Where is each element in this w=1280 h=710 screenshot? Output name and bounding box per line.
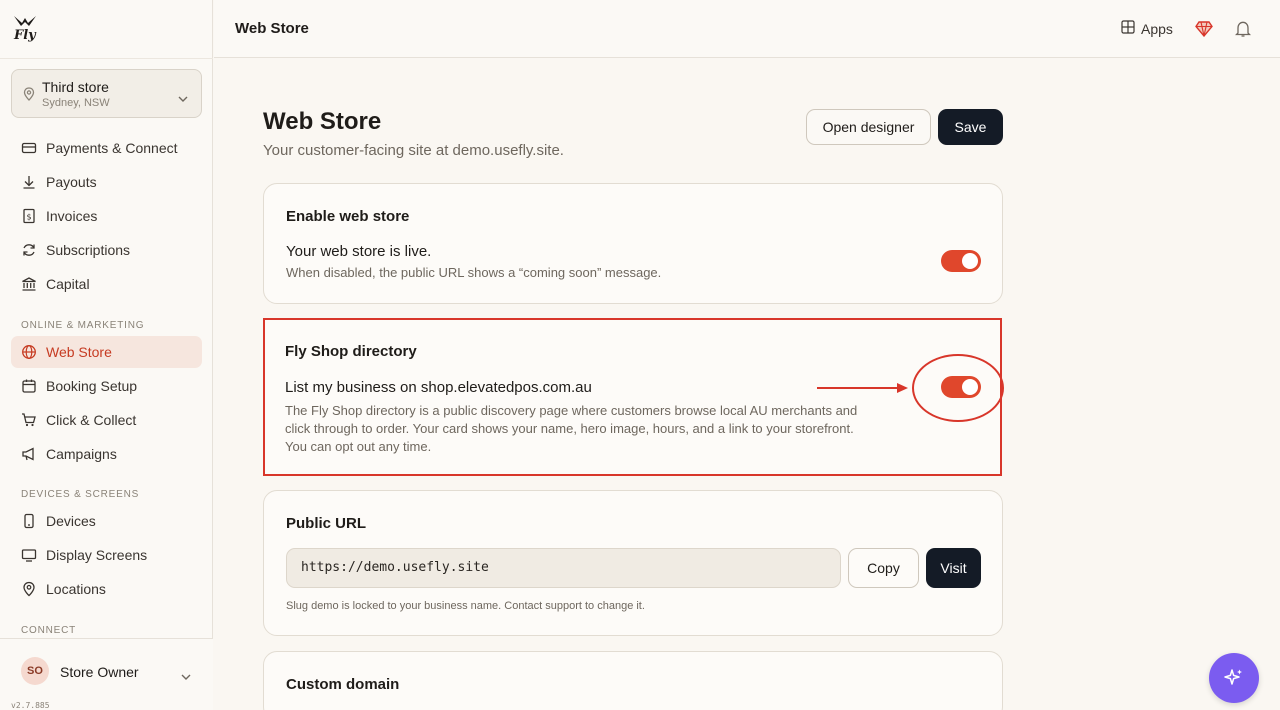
annotation-circle (912, 354, 1004, 422)
setting-title: Your web store is live. (286, 243, 432, 260)
slug-note: Slug demo is locked to your business nam… (286, 600, 645, 612)
logo-text: Fly (14, 28, 36, 43)
sidebar-item-campaigns[interactable]: Campaigns (11, 438, 202, 470)
sidebar-item-label: Invoices (46, 208, 98, 224)
setting-description-line: The Fly Shop directory is a public disco… (285, 403, 858, 418)
sidebar-item-devices[interactable]: Devices (11, 505, 202, 537)
setting-description-line: You can opt out any time. (285, 439, 432, 454)
grid-icon (1121, 20, 1135, 37)
setting-description: When disabled, the public URL shows a “c… (286, 265, 662, 280)
public-url-field[interactable]: https://demo.usefly.site (286, 548, 841, 588)
sparkle-icon (1224, 669, 1242, 685)
page-subtitle: Your customer-facing site at demo.usefly… (263, 142, 564, 159)
public-url-card: Public URL https://demo.usefly.site Copy… (263, 490, 1003, 636)
web-store-toggle[interactable] (941, 250, 981, 272)
receipt-icon: $ (21, 208, 37, 224)
store-switcher[interactable]: Third store Sydney, NSW (11, 69, 202, 118)
sidebar-item-click-collect[interactable]: Click & Collect (11, 404, 202, 436)
sidebar-item-invoices[interactable]: $ Invoices (11, 200, 202, 232)
sidebar-item-subscriptions[interactable]: Subscriptions (11, 234, 202, 266)
custom-domain-card: Custom domain (263, 651, 1003, 710)
ai-assistant-button[interactable] (1209, 653, 1259, 703)
section-label-online: ONLINE & MARKETING (21, 320, 145, 331)
store-name: Third store (42, 79, 109, 95)
sidebar-item-label: Payouts (46, 174, 97, 190)
sidebar-item-label: Capital (46, 276, 90, 292)
sidebar-item-label: Devices (46, 513, 96, 529)
chevron-down-icon (181, 667, 191, 685)
section-label-connect: CONNECT (21, 625, 77, 636)
sidebar-item-payments[interactable]: Payments & Connect (11, 132, 202, 164)
sidebar-item-label: Campaigns (46, 446, 117, 462)
sidebar-item-display-screens[interactable]: Display Screens (11, 539, 202, 571)
card-title: Custom domain (286, 676, 400, 693)
save-button[interactable]: Save (938, 109, 1003, 145)
annotation-arrow-icon (817, 383, 908, 393)
card-title: Fly Shop directory (285, 343, 417, 360)
fly-shop-directory-card: Fly Shop directory List my business on s… (263, 318, 1002, 476)
breadcrumb-title: Web Store (235, 20, 309, 37)
chevron-down-icon (178, 89, 188, 107)
sidebar-item-label: Click & Collect (46, 412, 137, 428)
version-label: v2.7.885 (11, 701, 50, 710)
sidebar-item-payouts[interactable]: Payouts (11, 166, 202, 198)
sidebar-item-web-store[interactable]: Web Store (11, 336, 202, 368)
sidebar-item-locations[interactable]: Locations (11, 573, 202, 605)
location-pin-icon (23, 87, 35, 106)
card-icon (21, 140, 37, 156)
topbar: Web Store Apps (214, 0, 1280, 58)
download-icon (21, 174, 37, 190)
section-label-devices: DEVICES & SCREENS (21, 489, 140, 500)
bank-icon (21, 276, 37, 292)
enable-web-store-card: Enable web store Your web store is live.… (263, 183, 1003, 304)
sidebar: Fly Third store Sydney, NSW Payments & C… (0, 0, 213, 710)
sidebar-item-label: Web Store (46, 344, 112, 360)
card-title: Enable web store (286, 208, 410, 225)
divider (0, 58, 213, 59)
sidebar-item-label: Subscriptions (46, 242, 131, 258)
phone-icon (21, 513, 37, 529)
cart-icon (21, 412, 37, 428)
avatar: SO (21, 657, 49, 685)
card-title: Public URL (286, 515, 367, 532)
open-designer-button[interactable]: Open designer (806, 109, 931, 145)
location-pin-icon (21, 581, 37, 597)
toggle-knob (962, 253, 978, 269)
sidebar-item-capital[interactable]: Capital (11, 268, 202, 300)
svg-text:$: $ (26, 213, 31, 222)
sidebar-item-label: Display Screens (46, 547, 148, 563)
owner-name: Store Owner (60, 664, 139, 680)
sidebar-item-label: Locations (46, 581, 106, 597)
apps-label: Apps (1141, 20, 1173, 37)
page-title: Web Store (263, 108, 382, 135)
copy-button[interactable]: Copy (848, 548, 919, 588)
display-icon (21, 547, 37, 563)
apps-button[interactable]: Apps (1121, 20, 1173, 37)
bell-icon[interactable] (1234, 20, 1252, 43)
gem-icon[interactable] (1195, 21, 1213, 42)
setting-title: List my business on shop.elevatedpos.com… (285, 379, 592, 396)
store-location: Sydney, NSW (42, 97, 110, 109)
sidebar-item-label: Payments & Connect (46, 140, 178, 156)
calendar-icon (21, 378, 37, 394)
visit-button[interactable]: Visit (926, 548, 981, 588)
setting-description-line: click through to order. Your card shows … (285, 421, 854, 436)
sidebar-item-booking-setup[interactable]: Booking Setup (11, 370, 202, 402)
sidebar-item-label: Booking Setup (46, 378, 138, 394)
refresh-icon (21, 242, 37, 258)
megaphone-icon (21, 446, 37, 462)
user-menu[interactable]: SO Store Owner v2.7.885 (0, 638, 213, 710)
globe-icon (21, 344, 37, 360)
